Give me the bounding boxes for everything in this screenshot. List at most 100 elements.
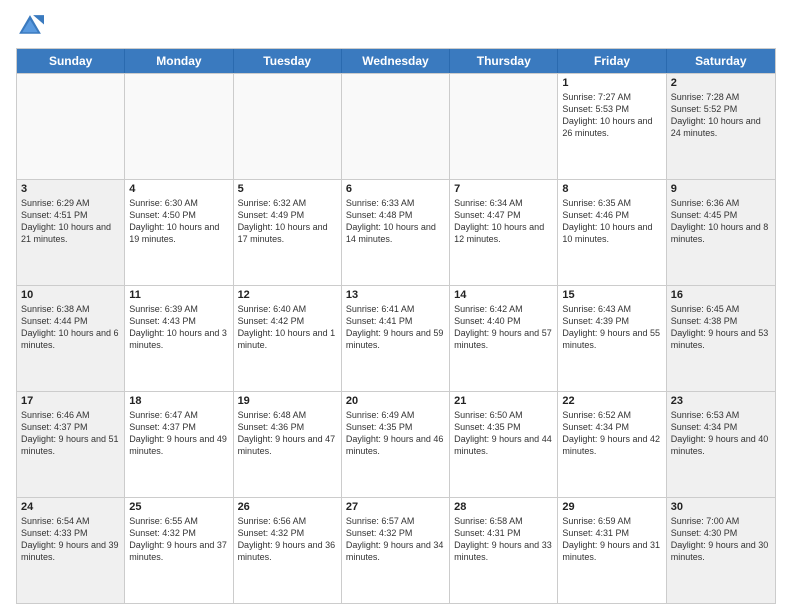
day-info: Sunrise: 6:50 AM Sunset: 4:35 PM Dayligh… [454, 409, 553, 458]
day-number: 23 [671, 395, 771, 407]
page: SundayMondayTuesdayWednesdayThursdayFrid… [0, 0, 792, 612]
day-number: 26 [238, 501, 337, 513]
day-number: 29 [562, 501, 661, 513]
day-number: 21 [454, 395, 553, 407]
calendar-cell-day-22: 22 Sunrise: 6:52 AM Sunset: 4:34 PM Dayli… [558, 392, 666, 497]
calendar-cell-day-21: 21 Sunrise: 6:50 AM Sunset: 4:35 PM Dayli… [450, 392, 558, 497]
day-info: Sunrise: 6:30 AM Sunset: 4:50 PM Dayligh… [129, 197, 228, 246]
calendar-cell-day-9: 9 Sunrise: 6:36 AM Sunset: 4:45 PM Daylig… [667, 180, 775, 285]
calendar-cell-day-28: 28Sunrise: 6:58 AM Sunset: 4:31 PM Dayli… [450, 498, 558, 603]
calendar-cell-day-3: 3 Sunrise: 6:29 AM Sunset: 4:51 PM Daylig… [17, 180, 125, 285]
calendar-body: 1 Sunrise: 7:27 AM Sunset: 5:53 PM Daylig… [17, 73, 775, 603]
day-info: Sunrise: 7:00 AM Sunset: 4:30 PM Dayligh… [671, 515, 771, 564]
calendar-row-1: 1 Sunrise: 7:27 AM Sunset: 5:53 PM Daylig… [17, 73, 775, 179]
day-number: 3 [21, 183, 120, 195]
calendar-row-4: 17 Sunrise: 6:46 AM Sunset: 4:37 PM Dayli… [17, 391, 775, 497]
day-info: Sunrise: 6:56 AM Sunset: 4:32 PM Dayligh… [238, 515, 337, 564]
day-number: 8 [562, 183, 661, 195]
calendar-cell-day-2: 2 Sunrise: 7:28 AM Sunset: 5:52 PM Daylig… [667, 74, 775, 179]
day-number: 11 [129, 289, 228, 301]
calendar-cell-empty [450, 74, 558, 179]
day-info: Sunrise: 6:38 AM Sunset: 4:44 PM Dayligh… [21, 303, 120, 352]
calendar-cell-empty [125, 74, 233, 179]
day-number: 6 [346, 183, 445, 195]
day-number: 14 [454, 289, 553, 301]
calendar: SundayMondayTuesdayWednesdayThursdayFrid… [16, 48, 776, 604]
day-number: 5 [238, 183, 337, 195]
logo [16, 12, 48, 40]
calendar-cell-day-10: 10 Sunrise: 6:38 AM Sunset: 4:44 PM Dayli… [17, 286, 125, 391]
day-info: Sunrise: 6:48 AM Sunset: 4:36 PM Dayligh… [238, 409, 337, 458]
day-number: 9 [671, 183, 771, 195]
calendar-cell-day-13: 13 Sunrise: 6:41 AM Sunset: 4:41 PM Dayli… [342, 286, 450, 391]
day-info: Sunrise: 6:32 AM Sunset: 4:49 PM Dayligh… [238, 197, 337, 246]
weekday-header-wednesday: Wednesday [342, 49, 450, 73]
calendar-cell-day-17: 17 Sunrise: 6:46 AM Sunset: 4:37 PM Dayli… [17, 392, 125, 497]
day-number: 22 [562, 395, 661, 407]
day-info: Sunrise: 6:54 AM Sunset: 4:33 PM Dayligh… [21, 515, 120, 564]
day-info: Sunrise: 6:42 AM Sunset: 4:40 PM Dayligh… [454, 303, 553, 352]
day-number: 27 [346, 501, 445, 513]
calendar-cell-day-7: 7 Sunrise: 6:34 AM Sunset: 4:47 PM Daylig… [450, 180, 558, 285]
day-number: 12 [238, 289, 337, 301]
day-info: Sunrise: 6:53 AM Sunset: 4:34 PM Dayligh… [671, 409, 771, 458]
day-info: Sunrise: 6:57 AM Sunset: 4:32 PM Dayligh… [346, 515, 445, 564]
day-number: 2 [671, 77, 771, 89]
day-number: 1 [562, 77, 661, 89]
day-number: 28 [454, 501, 553, 513]
day-info: Sunrise: 6:35 AM Sunset: 4:46 PM Dayligh… [562, 197, 661, 246]
day-number: 24 [21, 501, 120, 513]
calendar-cell-day-18: 18 Sunrise: 6:47 AM Sunset: 4:37 PM Dayli… [125, 392, 233, 497]
day-number: 17 [21, 395, 120, 407]
day-info: Sunrise: 6:33 AM Sunset: 4:48 PM Dayligh… [346, 197, 445, 246]
weekday-header-monday: Monday [125, 49, 233, 73]
calendar-cell-day-16: 16 Sunrise: 6:45 AM Sunset: 4:38 PM Dayli… [667, 286, 775, 391]
weekday-header-saturday: Saturday [667, 49, 775, 73]
day-info: Sunrise: 6:52 AM Sunset: 4:34 PM Dayligh… [562, 409, 661, 458]
calendar-cell-day-25: 25Sunrise: 6:55 AM Sunset: 4:32 PM Dayli… [125, 498, 233, 603]
weekday-header-friday: Friday [558, 49, 666, 73]
day-number: 18 [129, 395, 228, 407]
day-info: Sunrise: 6:45 AM Sunset: 4:38 PM Dayligh… [671, 303, 771, 352]
day-info: Sunrise: 7:28 AM Sunset: 5:52 PM Dayligh… [671, 91, 771, 140]
calendar-row-5: 24 Sunrise: 6:54 AM Sunset: 4:33 PM Dayli… [17, 497, 775, 603]
calendar-cell-day-4: 4 Sunrise: 6:30 AM Sunset: 4:50 PM Daylig… [125, 180, 233, 285]
calendar-cell-empty [234, 74, 342, 179]
calendar-header: SundayMondayTuesdayWednesdayThursdayFrid… [17, 49, 775, 73]
header [16, 12, 776, 40]
day-number: 20 [346, 395, 445, 407]
weekday-header-thursday: Thursday [450, 49, 558, 73]
day-number: 19 [238, 395, 337, 407]
day-info: Sunrise: 6:39 AM Sunset: 4:43 PM Dayligh… [129, 303, 228, 352]
calendar-cell-day-26: 26 Sunrise: 6:56 AM Sunset: 4:32 PM Dayli… [234, 498, 342, 603]
calendar-cell-day-23: 23 Sunrise: 6:53 AM Sunset: 4:34 PM Dayli… [667, 392, 775, 497]
day-number: 10 [21, 289, 120, 301]
day-info: Sunrise: 6:46 AM Sunset: 4:37 PM Dayligh… [21, 409, 120, 458]
calendar-cell-day-15: 15 Sunrise: 6:43 AM Sunset: 4:39 PM Dayli… [558, 286, 666, 391]
calendar-cell-day-6: 6 Sunrise: 6:33 AM Sunset: 4:48 PM Daylig… [342, 180, 450, 285]
day-number: 15 [562, 289, 661, 301]
day-info: Sunrise: 7:27 AM Sunset: 5:53 PM Dayligh… [562, 91, 661, 140]
day-info: Sunrise: 6:41 AM Sunset: 4:41 PM Dayligh… [346, 303, 445, 352]
calendar-cell-day-29: 29Sunrise: 6:59 AM Sunset: 4:31 PM Dayli… [558, 498, 666, 603]
day-info: Sunrise: 6:40 AM Sunset: 4:42 PM Dayligh… [238, 303, 337, 352]
calendar-row-3: 10 Sunrise: 6:38 AM Sunset: 4:44 PM Dayli… [17, 285, 775, 391]
day-number: 16 [671, 289, 771, 301]
day-info: Sunrise: 6:29 AM Sunset: 4:51 PM Dayligh… [21, 197, 120, 246]
day-number: 13 [346, 289, 445, 301]
calendar-row-2: 3 Sunrise: 6:29 AM Sunset: 4:51 PM Daylig… [17, 179, 775, 285]
day-info: Sunrise: 6:34 AM Sunset: 4:47 PM Dayligh… [454, 197, 553, 246]
day-info: Sunrise: 6:36 AM Sunset: 4:45 PM Dayligh… [671, 197, 771, 246]
day-number: 4 [129, 183, 228, 195]
calendar-cell-day-14: 14 Sunrise: 6:42 AM Sunset: 4:40 PM Dayli… [450, 286, 558, 391]
day-info: Sunrise: 6:47 AM Sunset: 4:37 PM Dayligh… [129, 409, 228, 458]
calendar-cell-day-8: 8 Sunrise: 6:35 AM Sunset: 4:46 PM Daylig… [558, 180, 666, 285]
day-info: Sunrise: 6:55 AM Sunset: 4:32 PM Dayligh… [129, 515, 228, 564]
calendar-cell-day-5: 5 Sunrise: 6:32 AM Sunset: 4:49 PM Daylig… [234, 180, 342, 285]
calendar-cell-day-19: 19 Sunrise: 6:48 AM Sunset: 4:36 PM Dayli… [234, 392, 342, 497]
calendar-cell-day-12: 12 Sunrise: 6:40 AM Sunset: 4:42 PM Dayli… [234, 286, 342, 391]
weekday-header-tuesday: Tuesday [234, 49, 342, 73]
day-number: 7 [454, 183, 553, 195]
day-info: Sunrise: 6:43 AM Sunset: 4:39 PM Dayligh… [562, 303, 661, 352]
calendar-cell-day-11: 11 Sunrise: 6:39 AM Sunset: 4:43 PM Dayli… [125, 286, 233, 391]
